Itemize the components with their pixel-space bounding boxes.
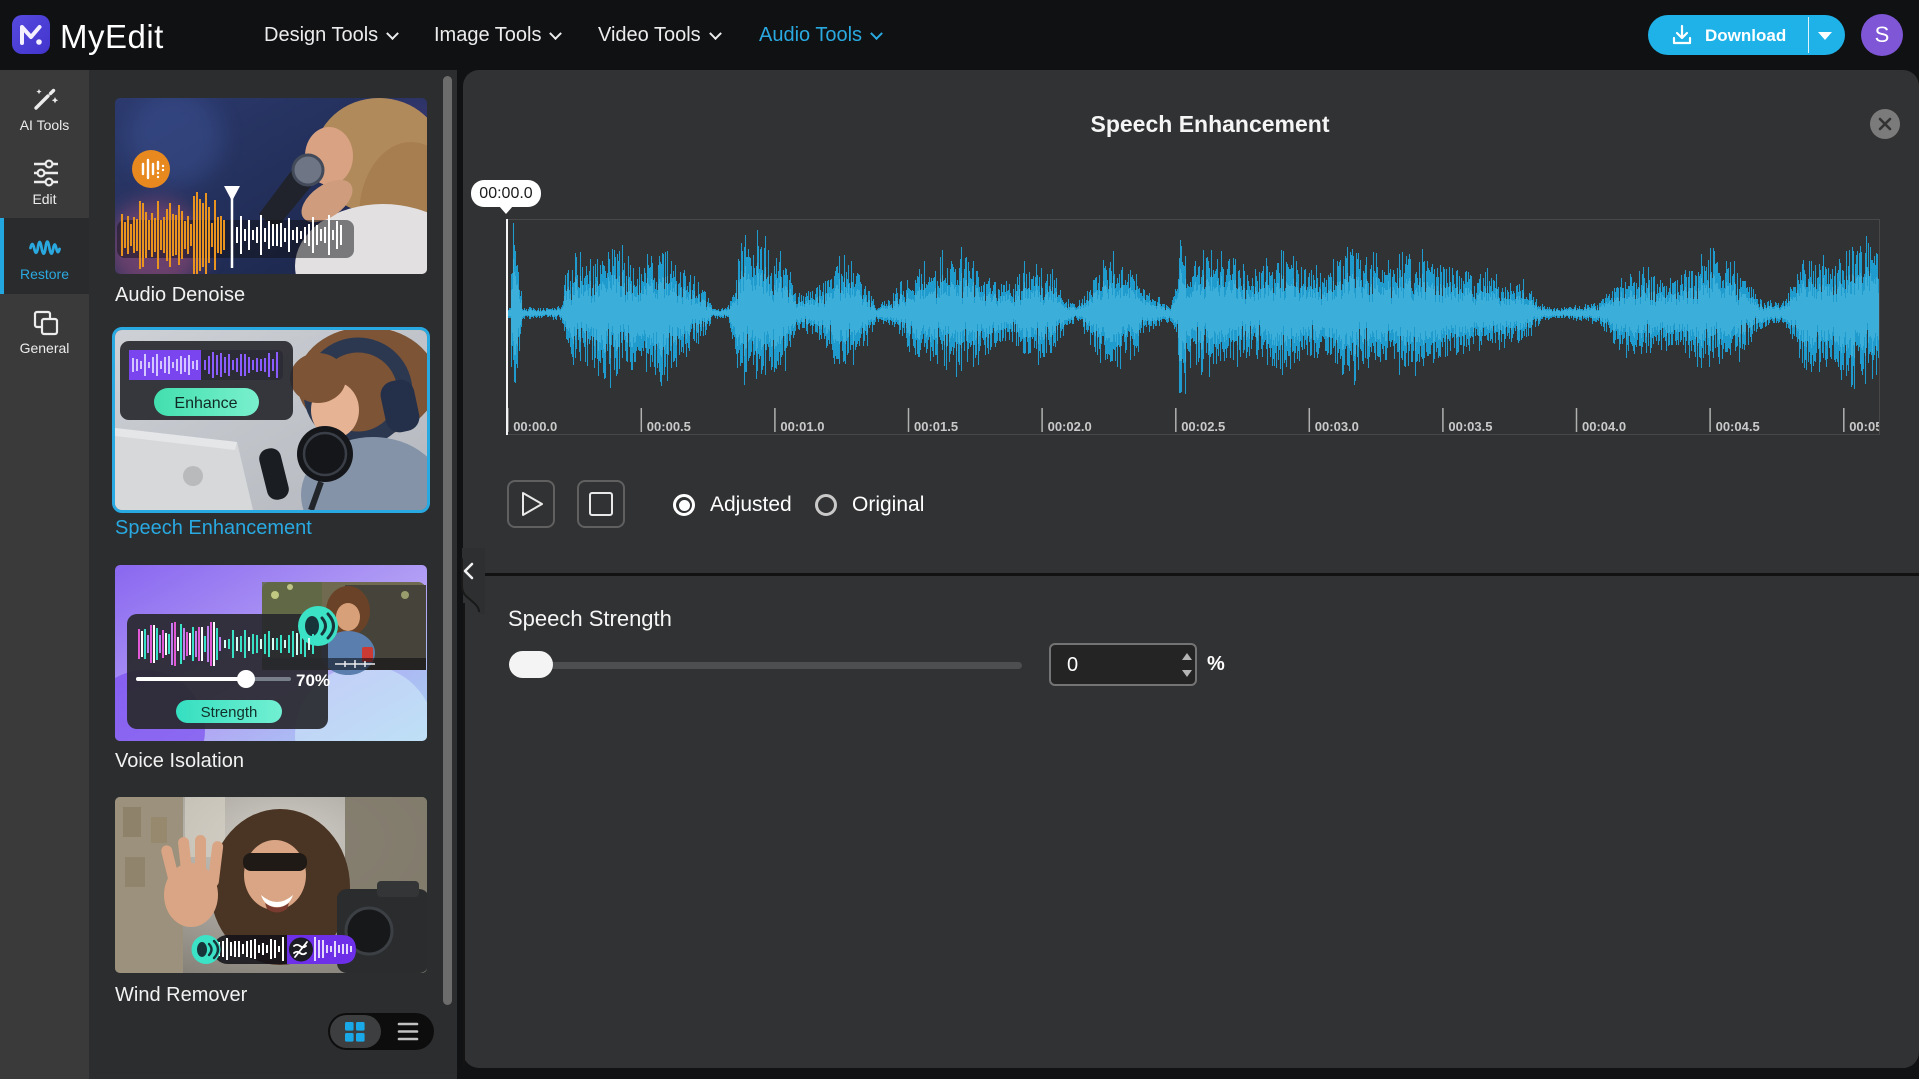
- svg-text:00:01.5: 00:01.5: [914, 419, 958, 434]
- svg-text:00:00.0: 00:00.0: [513, 419, 557, 434]
- svg-text:00:04.5: 00:04.5: [1716, 419, 1760, 434]
- svg-text:Strength: Strength: [201, 704, 258, 721]
- svg-text:00:02.0: 00:02.0: [1048, 419, 1092, 434]
- svg-text:Enhance: Enhance: [174, 395, 237, 412]
- svg-text:00:02.5: 00:02.5: [1181, 419, 1225, 434]
- svg-text:00:05.0: 00:05.0: [1849, 419, 1879, 434]
- svg-text:00:03.0: 00:03.0: [1315, 419, 1359, 434]
- svg-text:00:00.5: 00:00.5: [647, 419, 691, 434]
- svg-text:00:04.0: 00:04.0: [1582, 419, 1626, 434]
- svg-text:70%: 70%: [296, 671, 330, 690]
- svg-text:00:01.0: 00:01.0: [780, 419, 824, 434]
- svg-text:00:03.5: 00:03.5: [1448, 419, 1492, 434]
